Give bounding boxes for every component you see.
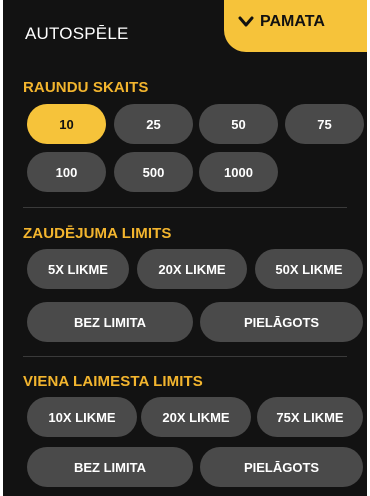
single-win-limit-option-no-limit[interactable]: BEZ LIMITA [27,447,193,487]
rounds-option-1000[interactable]: 1000 [199,152,278,192]
loss-limit-option-no-limit[interactable]: BEZ LIMITA [27,302,193,342]
loss-limit-option-5x[interactable]: 5X LIKME [27,249,129,289]
single-win-limit-option-75x[interactable]: 75X LIKME [257,397,363,437]
chevron-down-icon [238,16,254,27]
rounds-option-25[interactable]: 25 [114,104,193,144]
rounds-option-50[interactable]: 50 [199,104,278,144]
rounds-option-100[interactable]: 100 [27,152,106,192]
loss-limit-option-custom[interactable]: PIELĀGOTS [200,302,363,342]
rounds-option-10[interactable]: 10 [27,104,106,144]
basic-settings-label: PAMATA [260,13,325,30]
single-win-limit-option-10x[interactable]: 10X LIKME [27,397,137,437]
loss-limit-section-label: ZAUDĒJUMA LIMITS [23,225,172,242]
rounds-option-75[interactable]: 75 [285,104,364,144]
loss-limit-option-20x[interactable]: 20X LIKME [137,249,247,289]
section-divider [23,207,347,208]
single-win-limit-section-label: VIENA LAIMESTA LIMITS [23,373,203,390]
autoplay-panel: AUTOSPĒLE PAMATA RAUNDU SKAITS 10 25 50 … [3,0,367,496]
section-divider [23,356,347,357]
loss-limit-option-50x[interactable]: 50X LIKME [255,249,363,289]
single-win-limit-option-custom[interactable]: PIELĀGOTS [200,447,363,487]
basic-settings-toggle[interactable]: PAMATA [224,0,367,52]
panel-title: AUTOSPĒLE [25,24,129,43]
rounds-option-500[interactable]: 500 [114,152,193,192]
single-win-limit-option-20x[interactable]: 20X LIKME [141,397,251,437]
rounds-section-label: RAUNDU SKAITS [23,79,149,96]
